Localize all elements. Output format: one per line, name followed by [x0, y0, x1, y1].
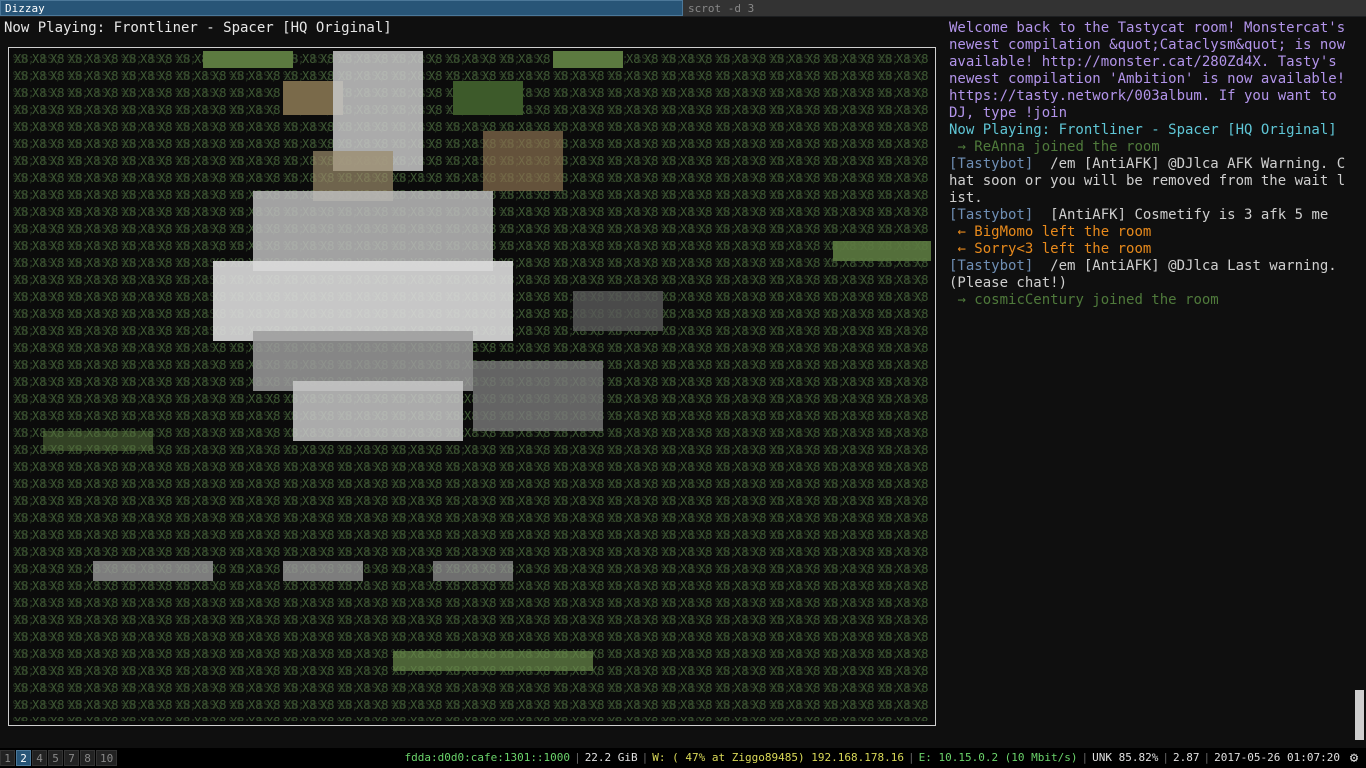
- chat-scrollbar[interactable]: [1355, 20, 1364, 740]
- album-art-ascii-box: X8 %S;: [8, 47, 936, 726]
- chat-line-join: → ReAnna joined the room: [949, 139, 1160, 155]
- load-average: 2.87: [1173, 751, 1200, 764]
- workspace-button-4[interactable]: 4: [32, 750, 47, 766]
- clock: 2017-05-26 01:07:20: [1214, 751, 1340, 764]
- status-info: fdda:d0d0:cafe:1301::1000 | 22.2 GiB | W: ( …: [404, 751, 1340, 764]
- disk-free: 22.2 GiB: [584, 751, 638, 764]
- album-art-ascii-image: X8 %S;: [13, 51, 931, 721]
- chat-line-np: Now Playing: Frontliner - Spacer [HQ Ori…: [949, 122, 1337, 138]
- window-tab-dizzay[interactable]: Dizzay: [0, 0, 683, 16]
- workspace-button-8[interactable]: 8: [80, 750, 95, 766]
- chat-bot-name: [Tastybot]: [949, 258, 1034, 274]
- window-tab-scrot[interactable]: scrot -d 3: [683, 0, 1366, 16]
- i3-status-bar: 1 2 4 5 7 8 10 fdda:d0d0:cafe:1301::1000 | 22.2 …: [0, 748, 1366, 768]
- wifi-status: W: ( 47% at Ziggo89485) 192.168.178.16: [652, 751, 904, 764]
- workspace-button-2[interactable]: 2: [16, 750, 31, 766]
- window-tab-bar: Dizzay scrot -d 3: [0, 0, 1366, 17]
- gear-icon[interactable]: ⚙: [1346, 750, 1362, 766]
- chat-bot-name: [Tastybot]: [949, 207, 1034, 223]
- chat-bot-name: [Tastybot]: [949, 156, 1034, 172]
- ethernet-status: E: 10.15.0.2 (10 Mbit/s): [918, 751, 1078, 764]
- workspace-button-1[interactable]: 1: [0, 750, 15, 766]
- terminal-window: Now Playing: Frontliner - Spacer [HQ Ori…: [0, 17, 1366, 748]
- workspace-button-5[interactable]: 5: [48, 750, 63, 766]
- chat-line-left: ← Sorry<3 left the room: [949, 241, 1152, 257]
- chat-line-bot: [Tastybot] /em [AntiAFK] @DJlca AFK Warn…: [949, 156, 1346, 206]
- workspace-button-10[interactable]: 10: [96, 750, 118, 766]
- chat-line-left: ← BigMomo left the room: [949, 224, 1152, 240]
- now-playing-header: Now Playing: Frontliner - Spacer [HQ Ori…: [4, 20, 392, 36]
- chat-line-welcome: Welcome back to the Tastycat room! Monst…: [949, 20, 1354, 121]
- workspace-list: 1 2 4 5 7 8 10: [0, 750, 118, 766]
- chat-line-bot: [Tastybot] /em [AntiAFK] @DJlca Last war…: [949, 258, 1346, 291]
- battery-status: UNK 85.82%: [1092, 751, 1159, 764]
- chat-scrollbar-thumb[interactable]: [1355, 690, 1364, 740]
- chat-log: Welcome back to the Tastycat room! Monst…: [949, 20, 1349, 740]
- chat-line-bot: [Tastybot] [AntiAFK] Cosmetify is 3 afk …: [949, 207, 1329, 223]
- chat-line-join: → cosmicCentury joined the room: [949, 292, 1219, 308]
- workspace-button-7[interactable]: 7: [64, 750, 79, 766]
- ipv6-address: fdda:d0d0:cafe:1301::1000: [404, 751, 571, 764]
